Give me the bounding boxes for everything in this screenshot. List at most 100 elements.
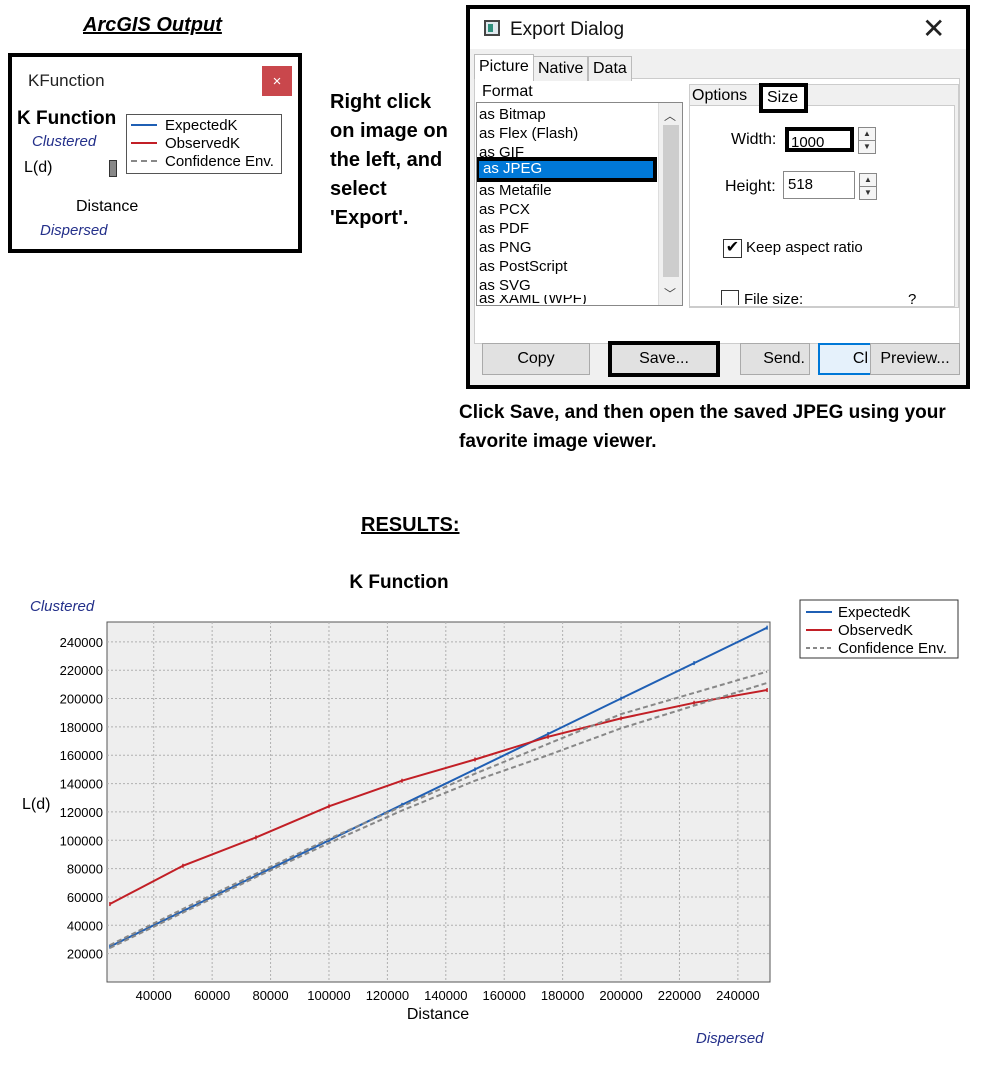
x-tick-label: 60000 — [194, 988, 230, 1003]
format-item-jpeg[interactable]: as JPEG — [477, 157, 657, 182]
format-item-png[interactable]: as PNG — [479, 238, 657, 257]
file-size-value: ? — [908, 291, 917, 304]
tab-options[interactable]: Options — [692, 87, 747, 105]
dispersed-label: Dispersed — [696, 1030, 764, 1047]
chart-legend: ExpectedK ObservedK Confidence Env. — [799, 599, 959, 659]
width-decrement-icon[interactable]: ▼ — [858, 140, 876, 154]
save-button[interactable]: Save... — [608, 341, 720, 377]
x-tick-label: 200000 — [599, 988, 642, 1003]
export-dialog: Export Dialog ✕ Picture Native Data Form… — [466, 5, 970, 389]
legend-line-icon — [131, 142, 157, 144]
scroll-thumb[interactable] — [663, 125, 679, 277]
keep-aspect-label: Keep aspect ratio — [746, 239, 863, 256]
scroll-handle[interactable] — [109, 160, 117, 177]
format-item-pdf[interactable]: as PDF — [479, 219, 657, 238]
scroll-down-icon[interactable]: ﹀ — [664, 285, 676, 302]
window-icon — [484, 20, 500, 36]
dialog-title: Export Dialog — [510, 19, 625, 40]
k-function-chart: 20000 40000 60000 80000 100000 120000 140000 16… — [22, 572, 959, 1047]
kfunction-window-title: KFunction — [28, 71, 105, 90]
x-tick-label: 40000 — [136, 988, 172, 1003]
save-instruction: Click Save, and then open the saved JPEG… — [459, 402, 946, 452]
close-button[interactable]: × — [262, 66, 292, 96]
y-tick-label: 120000 — [60, 805, 103, 820]
scroll-up-icon[interactable]: ︿ — [664, 107, 676, 124]
format-item-postscript[interactable]: as PostScript — [479, 257, 657, 276]
y-axis-label: L(d) — [24, 159, 53, 176]
format-list[interactable]: as Bitmap as Flex (Flash) as GIF as JPEG… — [476, 102, 683, 306]
legend-item-observed: ObservedK — [131, 134, 240, 152]
format-item-bitmap[interactable]: as Bitmap — [479, 105, 657, 124]
x-tick-label: 80000 — [252, 988, 288, 1003]
legend-label: Confidence Env. — [165, 152, 274, 170]
dialog-titlebar: Export Dialog ✕ — [470, 9, 966, 49]
y-tick-label: 140000 — [60, 777, 103, 792]
dispersed-label: Dispersed — [40, 222, 108, 239]
legend-item-confidence: Confidence Env. — [131, 152, 274, 170]
legend-label-confidence: Confidence Env. — [838, 640, 947, 657]
y-tick-label: 20000 — [67, 947, 103, 962]
send-button[interactable]: Send. — [740, 343, 810, 375]
height-label: Height: — [725, 178, 776, 195]
x-tick-label: 220000 — [658, 988, 701, 1003]
width-increment-icon[interactable]: ▲ — [858, 127, 876, 141]
preview-button[interactable]: Preview... — [870, 343, 960, 375]
close-icon: × — [272, 72, 282, 90]
y-tick-label: 220000 — [60, 663, 103, 678]
y-tick-label: 40000 — [67, 918, 103, 933]
format-label: Format — [482, 83, 533, 100]
x-axis-label: Distance — [407, 1006, 469, 1023]
mini-legend: ExpectedK ObservedK Confidence Env. — [126, 114, 282, 174]
format-item-xaml-label: as XAML (WPF) — [479, 295, 587, 304]
legend-label-observed: ObservedK — [838, 622, 913, 639]
y-tick-label: 200000 — [60, 692, 103, 707]
height-increment-icon[interactable]: ▲ — [859, 173, 877, 187]
legend-label-expected: ExpectedK — [838, 604, 911, 621]
height-input[interactable]: 518 — [783, 171, 855, 199]
height-decrement-icon[interactable]: ▼ — [859, 186, 877, 200]
plot-area — [106, 621, 771, 983]
x-tick-label: 120000 — [366, 988, 409, 1003]
format-item-pcx[interactable]: as PCX — [479, 200, 657, 219]
legend-label: ObservedK — [165, 134, 241, 152]
legend-label: ExpectedK — [165, 116, 238, 134]
width-input[interactable]: 1000 — [785, 127, 854, 152]
y-tick-label: 60000 — [67, 890, 103, 905]
tab-native[interactable]: Native — [533, 56, 589, 81]
y-axis-label: L(d) — [22, 796, 50, 813]
y-tick-label: 180000 — [60, 720, 103, 735]
arcgis-output-heading: ArcGIS Output — [83, 14, 222, 36]
format-item-metafile[interactable]: as Metafile — [479, 181, 657, 200]
format-scrollbar[interactable]: ︿ ﹀ — [658, 103, 682, 305]
width-label: Width: — [731, 131, 777, 148]
kfunction-chart-title: K Function — [17, 108, 117, 129]
file-size-checkbox[interactable] — [721, 290, 739, 305]
x-axis-label: Distance — [76, 198, 139, 215]
format-item-xaml[interactable]: as XAML (WPF) — [479, 295, 657, 304]
kfunction-window[interactable]: KFunction × K Function Clustered L(d) Di… — [8, 53, 302, 253]
tab-data[interactable]: Data — [588, 56, 632, 81]
y-tick-label: 80000 — [67, 862, 103, 877]
y-tick-label: 240000 — [60, 635, 103, 650]
copy-button[interactable]: Copy — [482, 343, 590, 375]
close-button[interactable]: Cl — [818, 343, 874, 375]
x-tick-label: 160000 — [483, 988, 526, 1003]
close-icon[interactable]: ✕ — [922, 15, 945, 43]
legend-dash-icon — [131, 160, 157, 162]
x-ticks: 40000 60000 80000 100000 120000 140000 160000 1… — [136, 988, 760, 1003]
tab-size[interactable]: Size — [759, 83, 809, 113]
format-item-svg[interactable]: as SVG — [479, 276, 657, 295]
y-tick-label: 100000 — [60, 833, 103, 848]
y-tick-label: 160000 — [60, 748, 103, 763]
format-item-gif[interactable]: as GIF — [479, 143, 657, 157]
format-item-flex[interactable]: as Flex (Flash) — [479, 124, 657, 143]
results-heading: RESULTS: — [361, 514, 460, 536]
legend-line-icon — [131, 124, 157, 126]
checkmark-icon: ✔ — [725, 239, 740, 256]
chart-title: K Function — [349, 572, 448, 593]
tab-picture[interactable]: Picture — [474, 54, 534, 79]
clustered-label: Clustered — [32, 133, 97, 150]
keep-aspect-checkbox[interactable]: ✔ — [723, 239, 742, 258]
x-tick-label: 180000 — [541, 988, 584, 1003]
x-tick-label: 140000 — [424, 988, 467, 1003]
